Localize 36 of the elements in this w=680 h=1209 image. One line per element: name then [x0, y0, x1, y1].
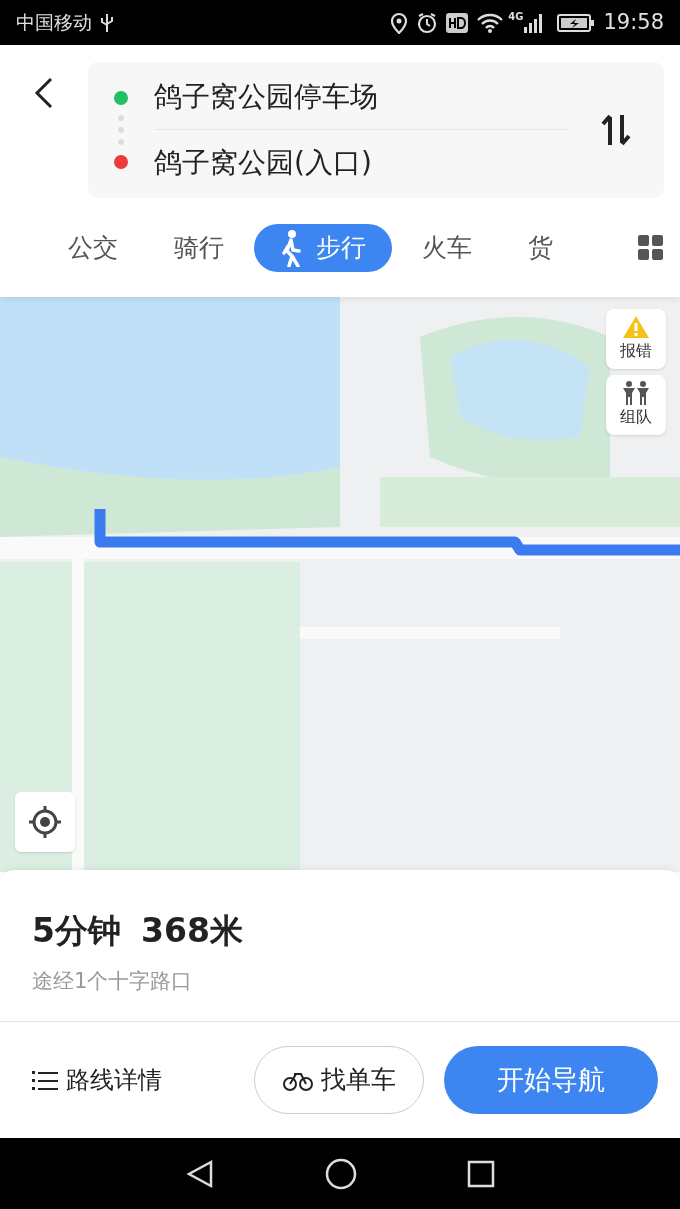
mode-tab[interactable]: 公交	[42, 223, 144, 272]
usb-icon	[100, 11, 114, 34]
mode-tab[interactable]: 骑行	[148, 223, 250, 272]
connector-dots	[118, 115, 124, 145]
start-navigation-button[interactable]: 开始导航	[444, 1046, 658, 1114]
map-tool-button[interactable]: 组队	[606, 375, 666, 435]
route-details-button[interactable]: 路线详情	[22, 1050, 172, 1110]
locate-button[interactable]	[15, 792, 75, 852]
walking-person-icon	[280, 228, 304, 267]
map-tool-button[interactable]: 报错	[606, 309, 666, 369]
destination-field[interactable]: 鸽子窝公园(入口)	[154, 130, 568, 196]
two-people-icon	[621, 381, 651, 405]
battery-charging-icon	[557, 12, 596, 33]
network-type: 4G	[508, 11, 524, 22]
warning-icon	[622, 315, 650, 339]
route-note: 途经1个十字路口	[32, 967, 194, 995]
locate-icon	[28, 805, 62, 839]
mode-tab[interactable]: 火车	[396, 223, 498, 272]
location-icon	[390, 11, 409, 34]
swap-icon	[601, 113, 631, 147]
wifi-icon	[476, 11, 505, 34]
back-triangle-icon[interactable]	[185, 1158, 215, 1189]
mode-tab[interactable]: 货	[502, 223, 579, 272]
hd-icon	[446, 12, 469, 33]
origin-field[interactable]: 鸽子窝公园停车场	[154, 64, 568, 130]
list-icon	[32, 1069, 58, 1091]
duration-text: 5分钟	[32, 910, 121, 952]
grid-menu-icon[interactable]	[638, 234, 664, 261]
alarm-icon	[416, 11, 439, 34]
mode-tab[interactable]: 步行	[254, 223, 392, 272]
home-circle-icon[interactable]	[325, 1157, 357, 1190]
carrier-name: 中国移动	[16, 10, 92, 36]
distance-text: 368米	[140, 910, 243, 952]
back-icon	[34, 77, 54, 109]
recent-apps-icon[interactable]	[467, 1159, 495, 1188]
clock-time: 19:58	[603, 8, 664, 36]
